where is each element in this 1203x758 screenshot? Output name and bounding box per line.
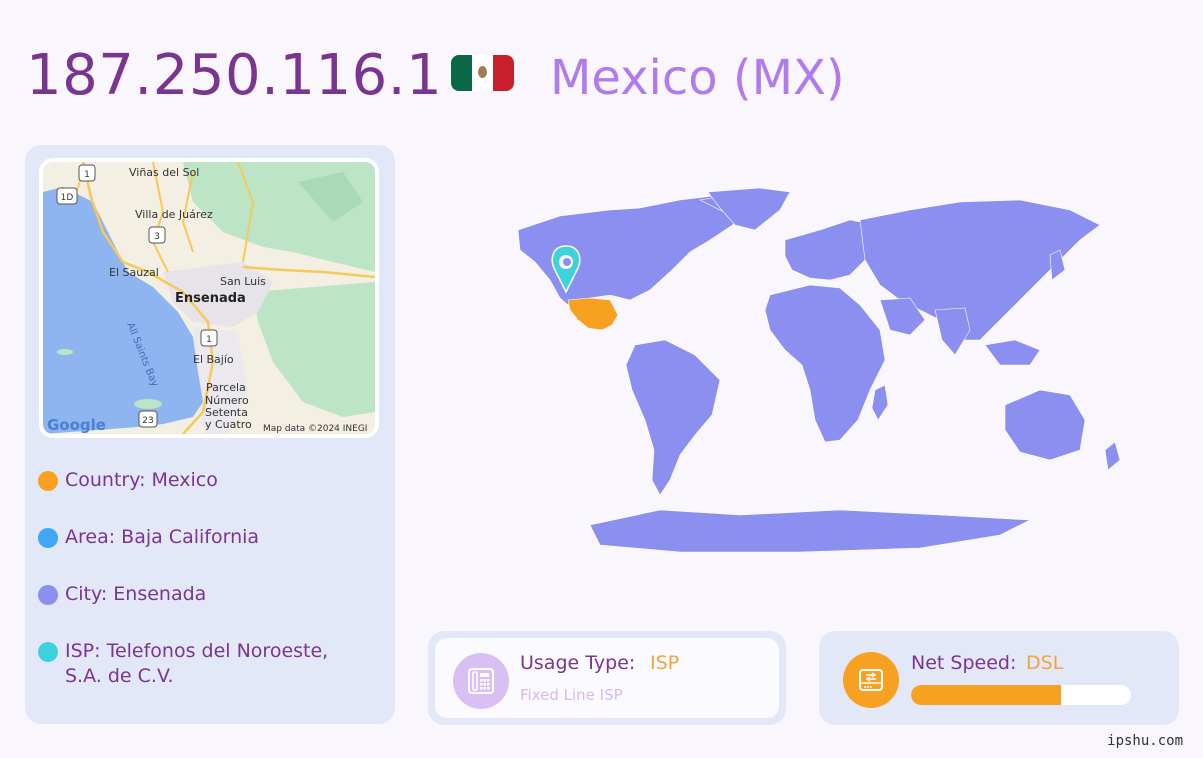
map-attribution: Map data ©2024 INEGI — [263, 424, 367, 434]
city-dot-icon — [38, 585, 58, 605]
map-label-vinas: Viñas del Sol — [129, 166, 199, 179]
map-label-ensenada: Ensenada — [175, 291, 246, 306]
svg-text:3: 3 — [154, 232, 160, 242]
svg-text:1: 1 — [84, 170, 90, 180]
mini-map[interactable]: 1 1D 3 1 23 Viñas del Sol Villa de Juáre… — [39, 158, 379, 438]
highway-shield-1-north: 1 — [78, 164, 96, 182]
highway-shield-1-south: 1 — [200, 329, 218, 347]
country-title: Mexico (MX) — [550, 50, 845, 106]
highway-shield-1d: 1D — [56, 187, 78, 205]
usage-type-sub: Fixed Line ISP — [520, 686, 623, 704]
net-speed-value: DSL — [1026, 652, 1064, 674]
net-speed-label: Net Speed: — [911, 652, 1017, 674]
net-speed-card: Net Speed: DSL — [819, 631, 1179, 725]
net-speed-bar-fill — [911, 685, 1061, 705]
google-logo: Google — [47, 416, 106, 434]
area-dot-icon — [38, 528, 58, 548]
map-label-sauzal: El Sauzal — [109, 266, 159, 279]
info-area: Area: Baja California — [38, 525, 355, 550]
map-label-sanluis: San Luis — [220, 275, 266, 288]
map-label-parcela: Parcela — [206, 381, 246, 394]
info-city: City: Ensenada — [38, 582, 355, 607]
usage-type-card: Usage Type: ISP Fixed Line ISP — [428, 631, 786, 725]
info-isp: ISP: Telefonos del Noroeste, S.A. de C.V… — [38, 639, 355, 689]
mexico-flag-icon — [451, 55, 514, 91]
usage-type-value: ISP — [650, 652, 680, 674]
map-label-bajio: El Bajío — [193, 353, 234, 366]
map-label-villa: Villa de Juárez — [135, 208, 213, 221]
info-country: Country: Mexico — [38, 468, 355, 493]
ip-address: 187.250.116.1 — [26, 43, 443, 108]
map-label-ycuatro: y Cuatro — [205, 418, 252, 431]
phone-icon — [453, 653, 509, 709]
usage-type-label: Usage Type: — [520, 652, 636, 674]
world-map[interactable] — [440, 180, 1160, 560]
svg-text:1D: 1D — [61, 193, 74, 203]
net-speed-bar — [911, 685, 1131, 705]
site-footer[interactable]: ipshu.com — [1107, 733, 1183, 749]
svg-text:23: 23 — [142, 416, 153, 426]
network-speed-icon — [843, 652, 899, 708]
highway-shield-23: 23 — [138, 410, 158, 428]
svg-text:1: 1 — [206, 335, 212, 345]
country-dot-icon — [38, 471, 58, 491]
highway-shield-3: 3 — [148, 226, 166, 244]
location-card: 1 1D 3 1 23 Viñas del Sol Villa de Juáre… — [25, 145, 395, 724]
mexico-highlight — [567, 297, 619, 331]
isp-dot-icon — [38, 642, 58, 662]
